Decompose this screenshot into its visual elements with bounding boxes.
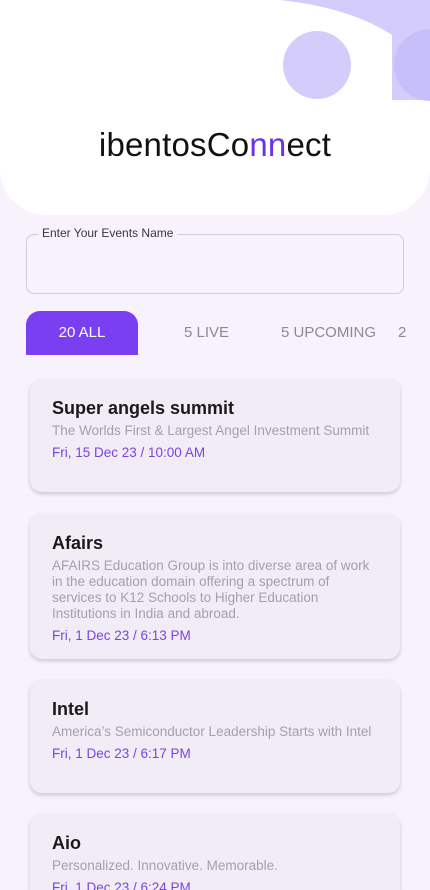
tab-all[interactable]: 20 ALL	[26, 311, 138, 355]
decorative-shapes	[280, 0, 430, 101]
event-title: Afairs	[52, 533, 104, 553]
event-filter-tabs: 20 ALL 5 LIVE 5 UPCOMING 2	[0, 311, 430, 355]
event-search-field: Enter Your Events Name	[26, 226, 404, 294]
event-card-super-angels-summit[interactable]: Super angels summit The Worlds First & L…	[30, 379, 400, 492]
event-description: The Worlds First & Largest Angel Investm…	[52, 423, 370, 438]
event-card-intel[interactable]: Intel America’s Semiconductor Leadership…	[30, 680, 400, 793]
deco-circle	[283, 31, 351, 99]
event-title: Intel	[52, 699, 90, 719]
app-header: ibentosConnect	[0, 0, 430, 215]
logo-text-people: nn	[249, 126, 287, 163]
event-card-aio[interactable]: Aio Personalized. Innovative. Memorable.…	[30, 814, 400, 890]
event-date: Fri, 1 Dec 23 / 6:13 PM	[52, 628, 191, 643]
event-search-input[interactable]	[40, 252, 390, 278]
tab-more[interactable]: 2	[398, 311, 406, 355]
event-card-afairs[interactable]: Afairs AFAIRS Education Group is into di…	[30, 514, 400, 659]
event-date: Fri, 1 Dec 23 / 6:17 PM	[52, 746, 191, 761]
tab-live[interactable]: 5 LIVE	[184, 311, 229, 355]
event-date: Fri, 1 Dec 23 / 6:24 PM	[52, 880, 191, 890]
logo-text-start: ibentosCo	[98, 126, 250, 163]
event-title: Super angels summit	[52, 398, 235, 418]
event-date: Fri, 15 Dec 23 / 10:00 AM	[52, 445, 206, 460]
app-logo: ibentosConnect	[0, 126, 430, 164]
event-description: AFAIRS Education Group is into diverse a…	[52, 558, 370, 621]
event-search-label: Enter Your Events Name	[38, 226, 178, 240]
event-description: Personalized. Innovative. Memorable.	[52, 858, 278, 873]
logo-text-end: ect	[286, 126, 332, 163]
event-title: Aio	[52, 833, 81, 853]
event-description: America’s Semiconductor Leadership Start…	[52, 724, 372, 739]
tab-upcoming[interactable]: 5 UPCOMING	[281, 311, 376, 355]
